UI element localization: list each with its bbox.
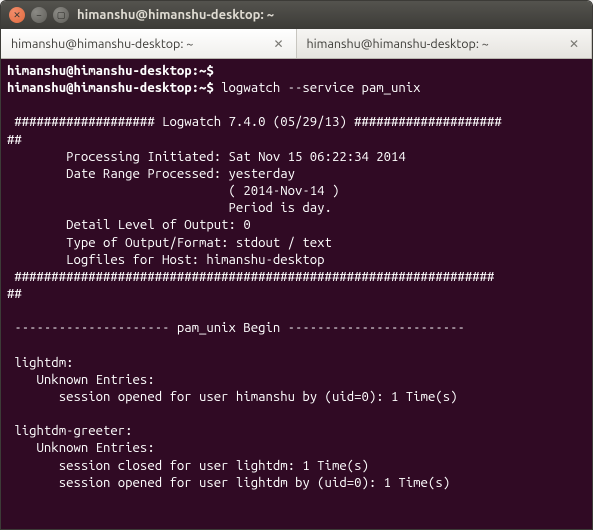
output-line: lightdm-greeter: <box>7 424 133 438</box>
output-line: session opened for user himanshu by (uid… <box>7 390 457 404</box>
prompt: himanshu@himanshu-desktop:~$ <box>7 64 214 78</box>
output-line: ## <box>7 287 22 301</box>
output-line: ## <box>7 133 22 147</box>
output-line: session opened for user lightdm by (uid=… <box>7 476 450 490</box>
window-controls: ✕ – ▢ <box>9 7 69 23</box>
output-line: Processing Initiated: Sat Nov 15 06:22:3… <box>7 150 406 164</box>
output-line: ########################################… <box>7 270 494 284</box>
close-icon[interactable]: ✕ <box>567 37 581 51</box>
close-icon[interactable]: ✕ <box>9 7 25 23</box>
output-line <box>7 98 14 112</box>
output-line: ################### Logwatch 7.4.0 (05/2… <box>7 115 502 129</box>
output-line: ( 2014-Nov-14 ) <box>7 184 339 198</box>
output-line <box>7 407 14 421</box>
output-line: Detail Level of Output: 0 <box>7 218 251 232</box>
minimize-icon[interactable]: – <box>31 7 47 23</box>
tab-bar: himanshu@himanshu-desktop: ~ ✕ himanshu@… <box>1 29 592 59</box>
tab-label: himanshu@himanshu-desktop: ~ <box>11 37 193 51</box>
close-icon[interactable]: ✕ <box>271 37 285 51</box>
output-line <box>7 304 14 318</box>
output-line: lightdm: <box>7 356 73 370</box>
tab-label: himanshu@himanshu-desktop: ~ <box>307 37 489 51</box>
window-title: himanshu@himanshu-desktop: ~ <box>77 8 274 22</box>
titlebar[interactable]: ✕ – ▢ himanshu@himanshu-desktop: ~ <box>1 1 592 29</box>
output-line: Logfiles for Host: himanshu-desktop <box>7 253 325 267</box>
tab-2[interactable]: himanshu@himanshu-desktop: ~ ✕ <box>297 29 593 58</box>
output-line: Unknown Entries: <box>7 441 155 455</box>
output-line: Date Range Processed: yesterday <box>7 167 295 181</box>
prompt: himanshu@himanshu-desktop:~$ <box>7 81 214 95</box>
output-line: session closed for user lightdm: 1 Time(… <box>7 459 369 473</box>
output-line: Unknown Entries: <box>7 373 155 387</box>
terminal-output[interactable]: himanshu@himanshu-desktop:~$ himanshu@hi… <box>1 59 592 529</box>
output-line <box>7 339 14 353</box>
output-line: Period is day. <box>7 201 332 215</box>
tab-1[interactable]: himanshu@himanshu-desktop: ~ ✕ <box>1 29 297 58</box>
maximize-icon[interactable]: ▢ <box>53 7 69 23</box>
output-line: --------------------- pam_unix Begin ---… <box>7 321 472 335</box>
output-line: Type of Output/Format: stdout / text <box>7 236 332 250</box>
command-text: logwatch --service pam_unix <box>214 81 421 95</box>
terminal-window: ✕ – ▢ himanshu@himanshu-desktop: ~ himan… <box>0 0 593 530</box>
